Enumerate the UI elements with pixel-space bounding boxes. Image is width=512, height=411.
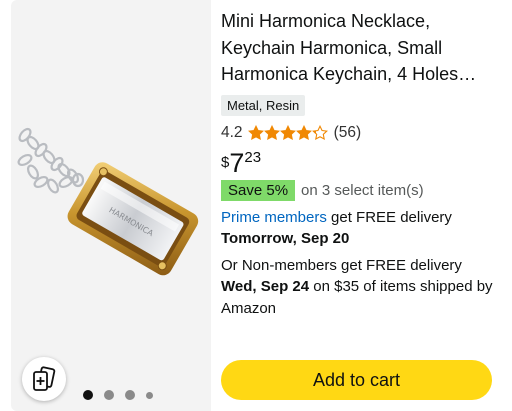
price-currency: $ (221, 153, 230, 171)
rating-row[interactable]: 4.2 (56) (221, 124, 503, 142)
star-icon (247, 124, 264, 140)
carousel-dot[interactable] (104, 390, 114, 400)
product-title[interactable]: Mini Harmonica Necklace, Keychain Harmon… (221, 8, 503, 88)
star-icon (263, 124, 280, 140)
carousel-dot[interactable] (146, 391, 153, 399)
rating-value: 4.2 (221, 123, 243, 141)
save-text: on 3 select item(s) (301, 181, 424, 199)
product-image[interactable]: HARMONICA (11, 0, 211, 411)
price: $ 7 23 (221, 148, 503, 178)
savings-row: Save 5% on 3 select item(s) (221, 179, 503, 201)
prime-members-link[interactable]: Prime members (221, 209, 327, 226)
prime-delivery-text: get FREE delivery (326, 208, 452, 226)
carousel-dot[interactable] (83, 390, 93, 400)
compare-button[interactable] (22, 357, 66, 401)
material-chip: Metal, Resin (221, 94, 306, 116)
nonmember-delivery: Or Non-members get FREE delivery Wed, Se… (221, 255, 503, 320)
star-rating (247, 124, 328, 141)
product-image-carousel[interactable]: HARMONICA (11, 0, 211, 411)
star-icon (311, 124, 328, 140)
price-whole: 7 (229, 147, 245, 178)
compare-cards-icon (33, 366, 56, 391)
carousel-dots (83, 390, 153, 400)
star-icon (295, 124, 312, 140)
nonmember-delivery-date: Wed, Sep 24 (221, 278, 310, 295)
price-fraction: 23 (244, 148, 262, 166)
add-to-cart-button[interactable]: Add to cart (221, 360, 492, 400)
star-icon (279, 124, 296, 140)
prime-delivery-date: Tomorrow, Sep 20 (221, 230, 350, 247)
product-info: Mini Harmonica Necklace, Keychain Harmon… (221, 8, 503, 319)
prime-delivery: Prime members get FREE delivery Tomorrow… (221, 207, 503, 250)
review-count: (56) (333, 123, 362, 141)
nonmember-delivery-text: Or Non-members get FREE delivery (221, 256, 462, 274)
carousel-dot[interactable] (125, 390, 135, 400)
save-badge: Save 5% (221, 179, 296, 201)
